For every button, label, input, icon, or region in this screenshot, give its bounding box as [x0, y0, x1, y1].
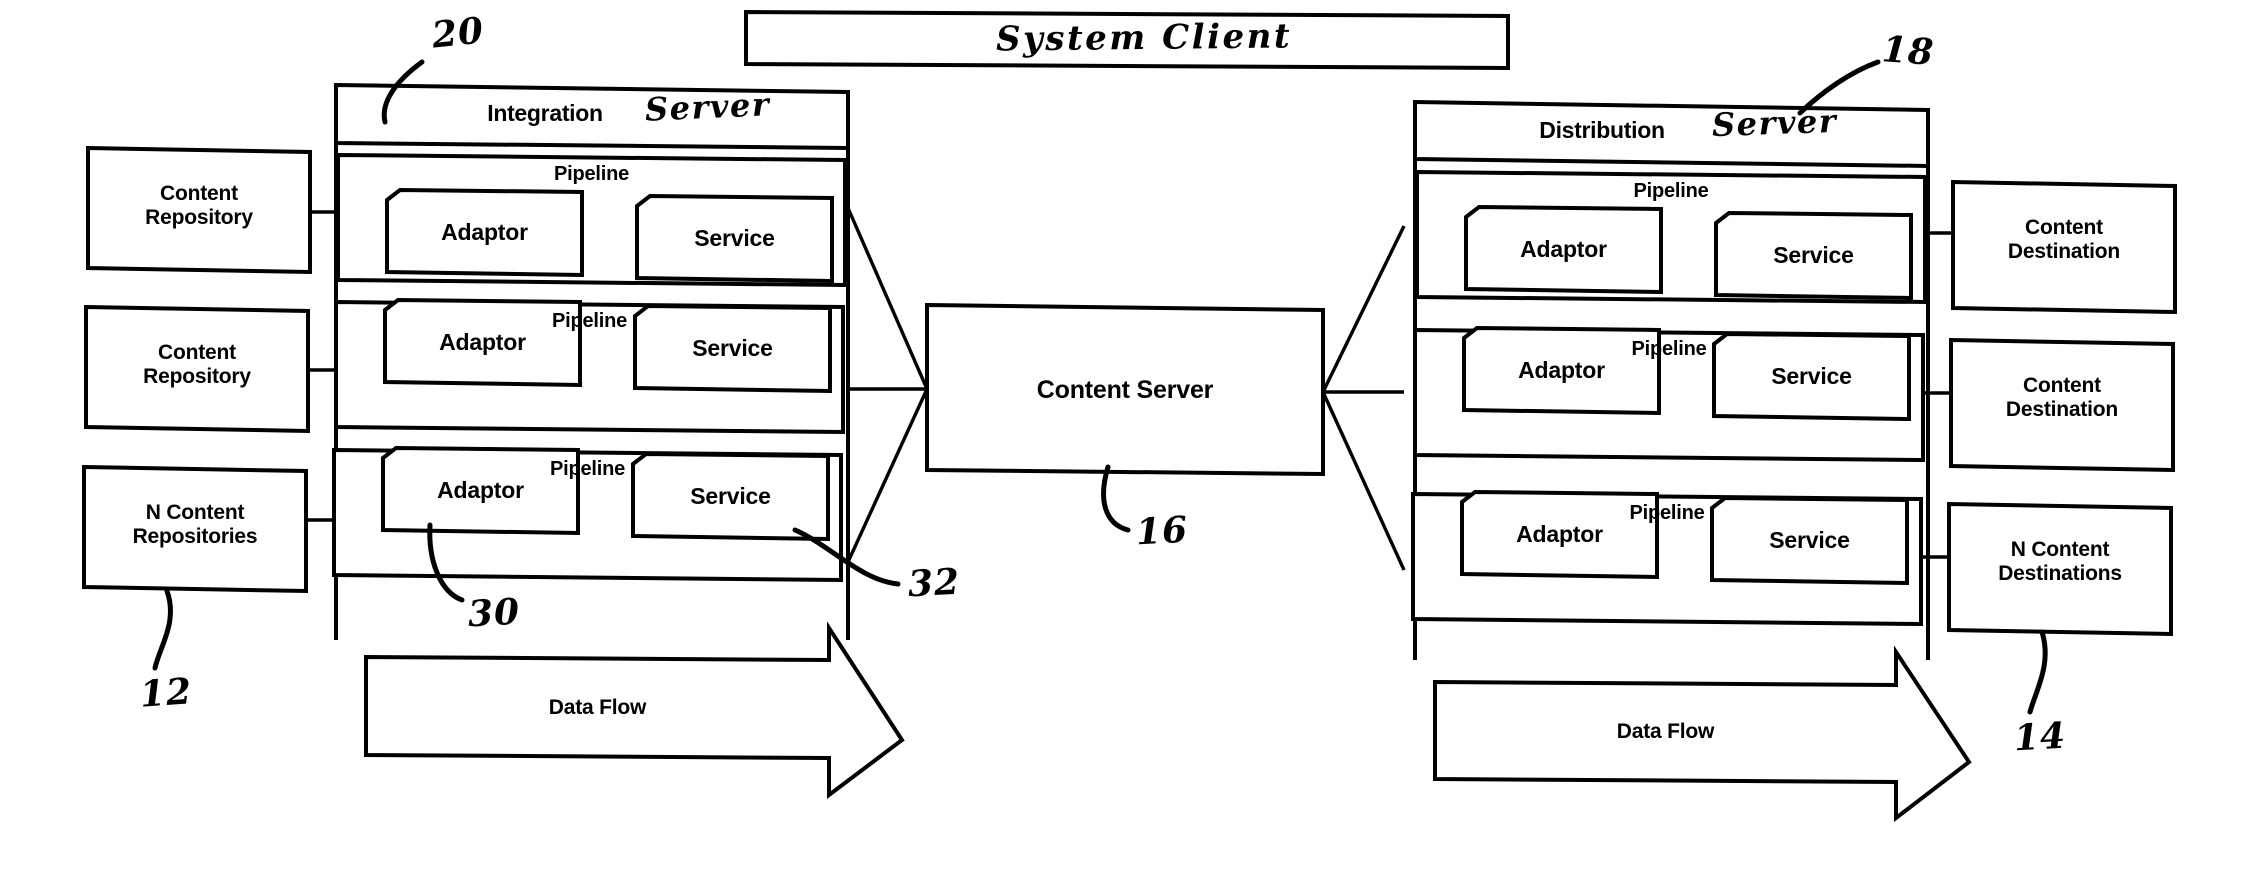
service-shape	[1710, 495, 1909, 586]
content-destination-box-2[interactable]	[1949, 337, 2175, 473]
content-server-box[interactable]	[925, 302, 1325, 477]
connectors-content-server-to-distribution	[1321, 225, 1406, 571]
service-shape	[633, 303, 832, 394]
integration-pipeline-3[interactable]	[332, 445, 843, 583]
content-repository-box-3[interactable]	[82, 464, 308, 594]
content-destination-box-1[interactable]	[1951, 179, 2177, 315]
data-flow-arrow-right	[1433, 645, 1972, 823]
adaptor-shape	[1460, 489, 1659, 580]
connectors-integration-to-content-server	[846, 207, 929, 563]
integration-server-header-box[interactable]	[334, 82, 850, 151]
leader-line-12	[152, 588, 173, 671]
patent-figure: .stroke-main { fill: none; stroke: #000;…	[0, 0, 2258, 874]
distribution-server-header-box[interactable]	[1413, 99, 1930, 169]
content-destination-box-3[interactable]	[1947, 501, 2173, 637]
content-repository-box-1[interactable]	[86, 145, 312, 275]
distribution-pipeline-2[interactable]	[1413, 325, 1925, 463]
integration-pipeline-2[interactable]	[334, 297, 845, 435]
distribution-pipeline-3[interactable]	[1411, 489, 1923, 627]
service-shape	[1712, 331, 1911, 422]
service-shape	[1714, 210, 1913, 301]
leader-line-18	[1797, 59, 1881, 116]
leader-line-16	[1101, 464, 1131, 533]
integration-pipeline-1[interactable]	[336, 152, 847, 288]
figure-line-art: .stroke-main { fill: none; stroke: #000;…	[82, 9, 2177, 823]
leader-line-14	[2027, 629, 2048, 715]
service-shape	[635, 193, 834, 284]
data-flow-arrow-left	[364, 621, 905, 800]
content-repository-box-2[interactable]	[84, 304, 310, 434]
distribution-pipeline-1[interactable]	[1415, 169, 1927, 305]
service-shape	[631, 451, 830, 542]
adaptor-shape	[1462, 325, 1661, 416]
system-client-box[interactable]	[744, 9, 1510, 71]
adaptor-shape	[385, 187, 584, 278]
adaptor-shape	[383, 297, 582, 388]
adaptor-shape	[381, 445, 580, 536]
adaptor-shape	[1464, 204, 1663, 295]
